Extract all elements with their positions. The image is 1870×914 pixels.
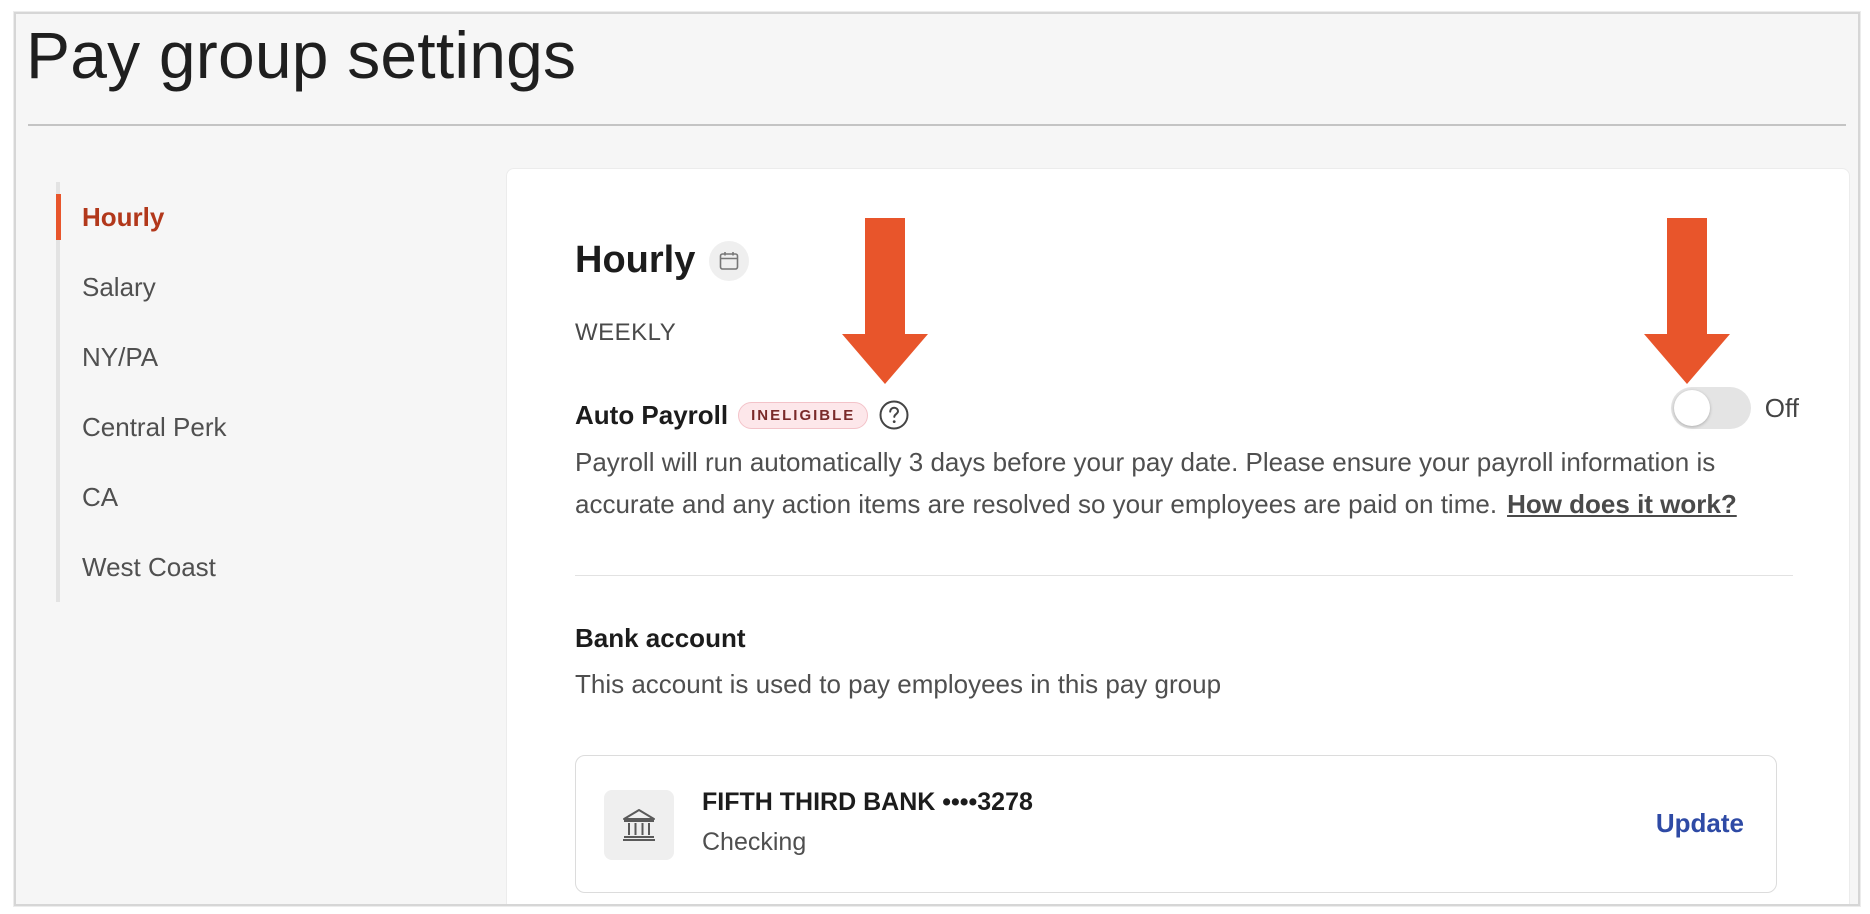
auto-payroll-row: Auto Payroll INELIGIBLE [575,399,910,431]
pay-group-nav: Hourly Salary NY/PA Central Perk CA West… [56,182,440,602]
auto-payroll-toggle[interactable] [1670,387,1751,429]
sidebar-item-hourly[interactable]: Hourly [56,182,440,252]
toggle-state-label: Off [1764,392,1799,423]
toggle-knob [1673,390,1710,426]
update-bank-button[interactable]: Update [1656,808,1744,839]
bank-account-title: Bank account [575,623,746,653]
how-does-it-work-link[interactable]: How does it work? [1507,489,1737,519]
bank-account-type: Checking [702,828,807,856]
sidebar-item-west-coast[interactable]: West Coast [60,532,440,602]
bank-account-box: FIFTH THIRD BANK ••••3278 Checking Updat… [575,755,1777,893]
ineligible-badge: INELIGIBLE [738,401,869,429]
bank-name: FIFTH THIRD BANK ••••3278 [702,788,1033,816]
section-divider [575,575,1793,576]
down-arrow-icon [1644,218,1730,384]
title-divider [28,124,1846,126]
sidebar-item-salary[interactable]: Salary [60,252,440,322]
down-arrow-icon [842,218,928,384]
calendar-icon [709,240,750,281]
auto-payroll-label: Auto Payroll [575,399,729,430]
sidebar-item-ny-pa[interactable]: NY/PA [60,322,440,392]
sidebar-item-ca[interactable]: CA [60,462,440,532]
question-circle-icon[interactable] [878,399,910,431]
auto-payroll-description: Payroll will run automatically 3 days be… [575,441,1805,525]
auto-payroll-toggle-wrap: Off [1670,387,1799,429]
pay-frequency: WEEKLY [575,319,677,346]
card-title: Hourly [575,239,696,281]
bank-account-description: This account is used to pay employees in… [575,669,1222,699]
bank-icon [604,790,674,860]
card-title-row: Hourly [575,239,750,282]
sidebar-item-central-perk[interactable]: Central Perk [60,392,440,462]
app-frame: Pay group settings Hourly Salary NY/PA C… [14,12,1860,906]
page-title: Pay group settings [26,18,577,92]
